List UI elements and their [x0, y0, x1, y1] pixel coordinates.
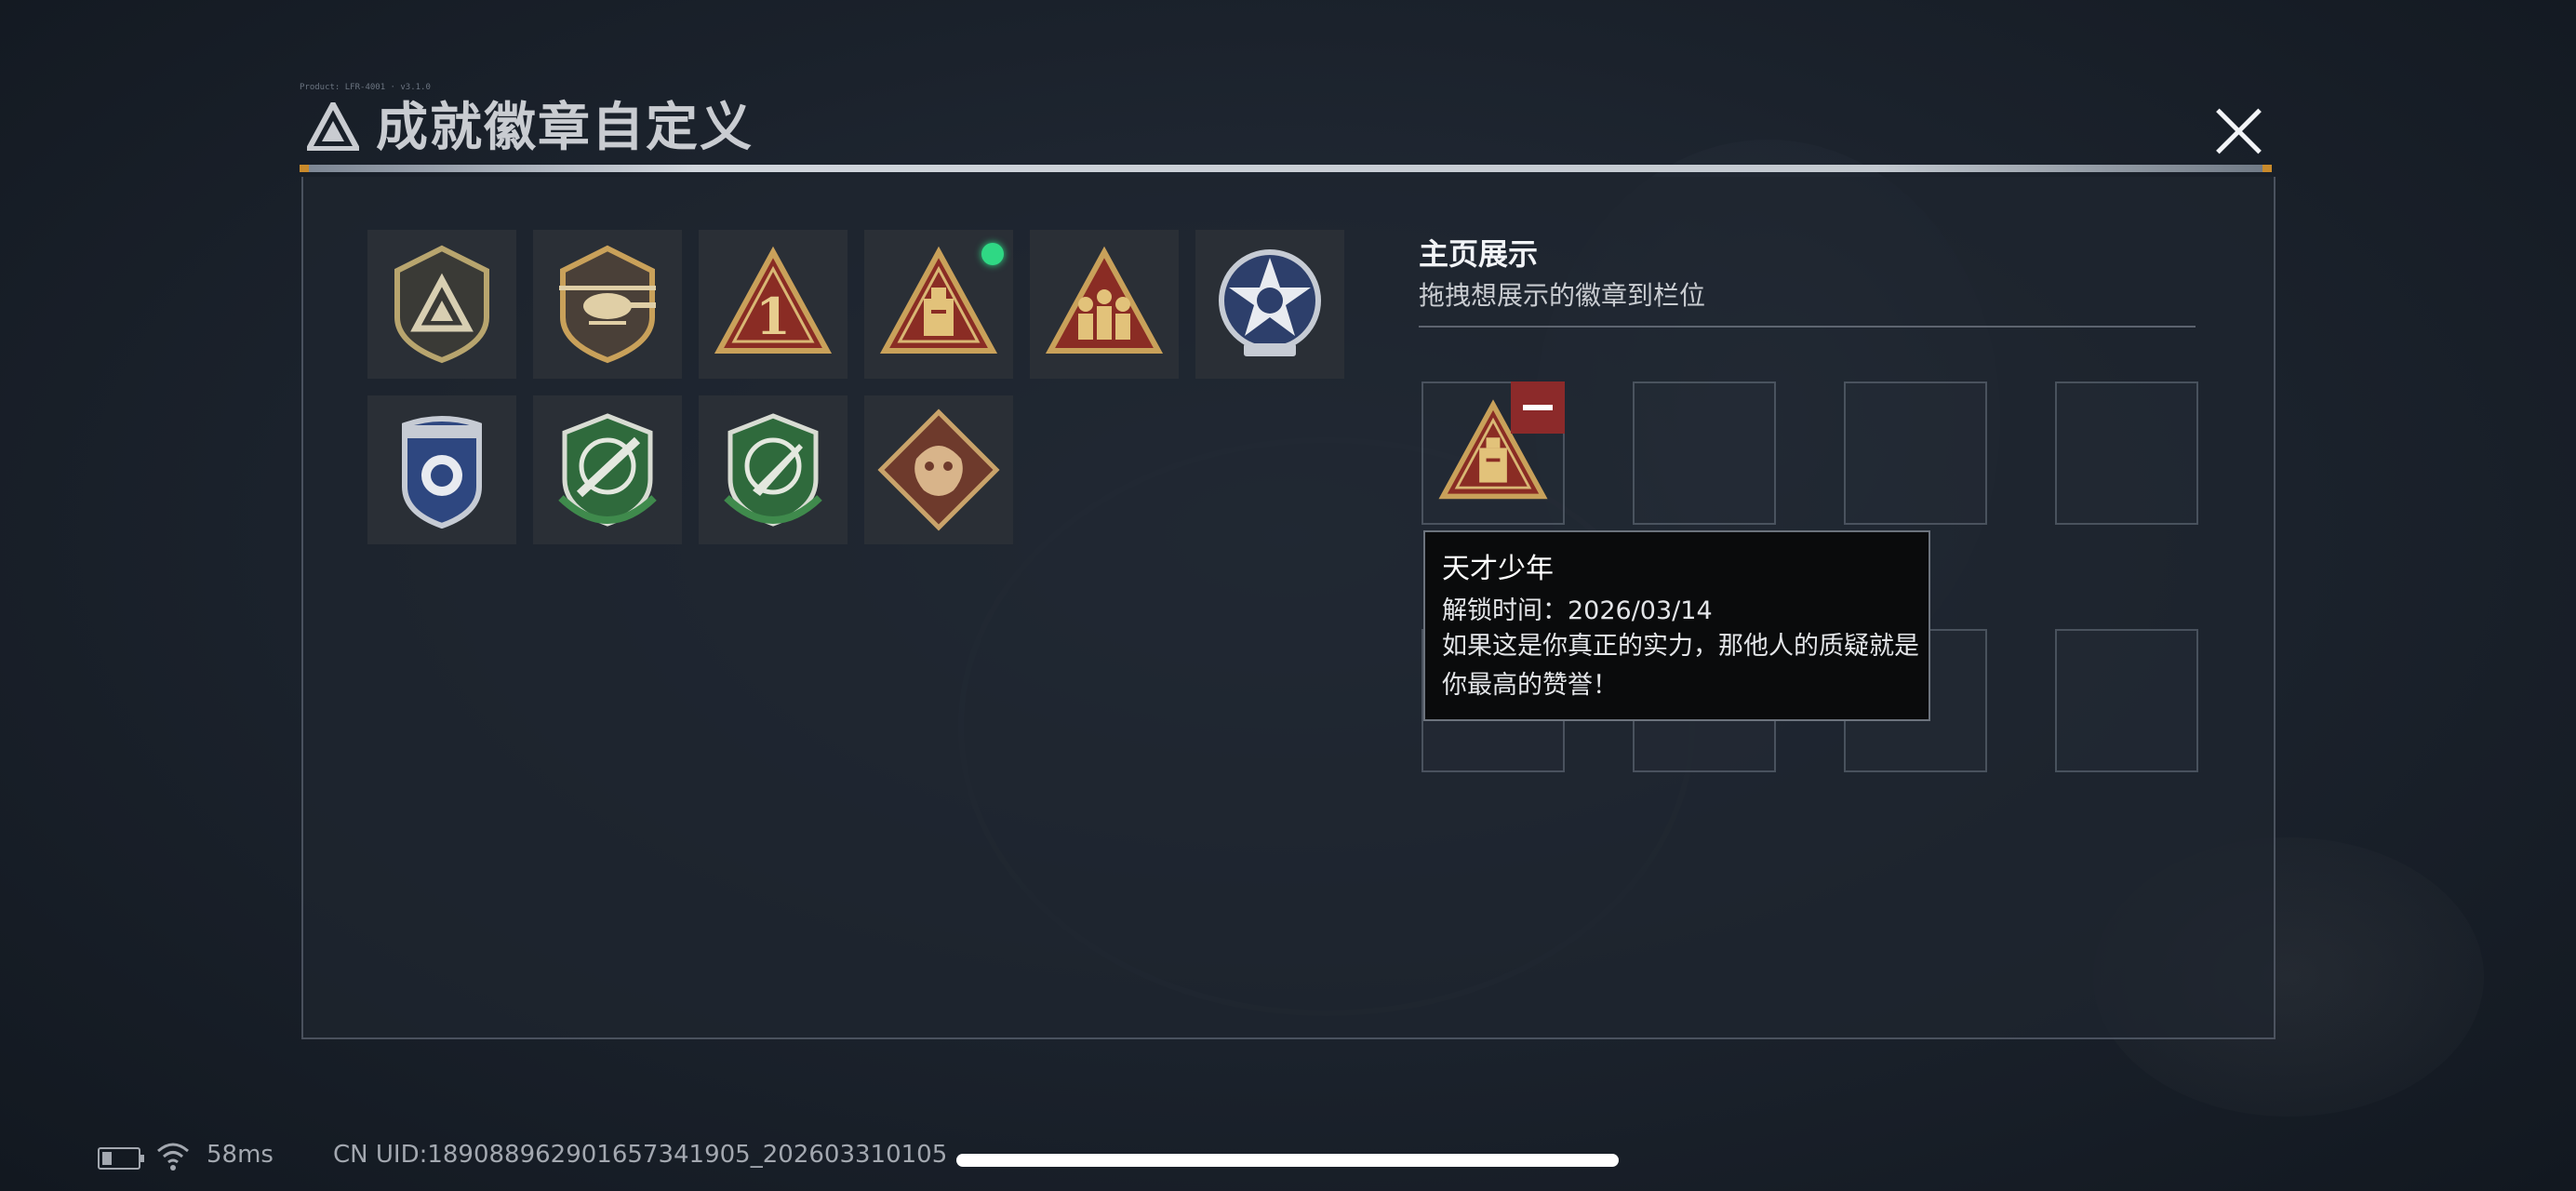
page-title: 成就徽章自定义 — [376, 98, 754, 158]
dragon-badge-icon — [877, 408, 1000, 531]
tooltip-unlock-time: 解锁时间：2026/03/14 — [1442, 590, 1713, 626]
remove-badge-button[interactable] — [1511, 381, 1565, 434]
display-slot-4[interactable] — [2055, 381, 2198, 525]
badge-slot-dragon[interactable] — [864, 395, 1013, 544]
rifle-crosshair-badge-icon — [558, 413, 657, 527]
display-slot-3[interactable] — [1844, 381, 1987, 525]
unlock-label: 解锁时间： — [1442, 596, 1568, 625]
badge-slot-genius-youth[interactable] — [864, 230, 1013, 379]
badge-slot-knife-crosshair[interactable] — [699, 395, 848, 544]
display-slot-2[interactable] — [1633, 381, 1776, 525]
home-indicator[interactable] — [956, 1154, 1619, 1167]
badge-slot-number-one[interactable]: 1 — [699, 230, 848, 379]
logo-icon — [307, 102, 359, 151]
helicopter-badge-icon — [559, 245, 656, 364]
minus-icon — [1523, 405, 1553, 410]
battery-icon — [98, 1147, 144, 1170]
badge-tooltip: 天才少年 解锁时间：2026/03/14 如果这是你真正的实力，那他人的质疑就是… — [1423, 530, 1930, 721]
header-tiny-text: Product: LFR-4001 · v3.1.0 — [300, 83, 431, 92]
badge-slot-helicopter[interactable] — [533, 230, 682, 379]
knife-crosshair-badge-icon — [724, 413, 822, 527]
badge-slot-star-emblem[interactable] — [1195, 230, 1344, 379]
close-button[interactable] — [2205, 98, 2270, 163]
badge-slot-logo-shield[interactable] — [367, 230, 516, 379]
police-shield-badge-icon — [402, 416, 482, 529]
display-section-title: 主页展示 — [1419, 236, 1539, 272]
dialog-header: Product: LFR-4001 · v3.1.0 成就徽章自定义 — [300, 83, 2272, 172]
star-emblem-badge-icon — [1219, 249, 1321, 356]
tooltip-description: 如果这是你真正的实力，那他人的质疑就是你最高的赞誉！ — [1442, 632, 1919, 700]
badge-slot-police-shield[interactable] — [367, 395, 516, 544]
tooltip-badge-name: 天才少年 — [1442, 553, 1554, 585]
number-one-badge-icon: 1 — [714, 246, 833, 354]
new-indicator-dot — [981, 243, 1004, 265]
squad-badge-icon — [1045, 246, 1164, 354]
badge-slot-squad[interactable] — [1030, 230, 1179, 379]
shield-logo-badge-icon — [394, 245, 489, 364]
svg-text:1: 1 — [755, 287, 791, 346]
uid-text: CN UID:18908896290165734​1905_2026033101… — [333, 1141, 948, 1169]
display-slot-8[interactable] — [2055, 629, 2198, 772]
header-divider — [300, 165, 2272, 172]
unlock-date: 2026/03/14 — [1568, 596, 1713, 625]
display-section-subtitle: 拖拽想展示的徽章到栏位 — [1419, 280, 1706, 311]
ping-value: 58ms — [207, 1141, 274, 1169]
wifi-icon — [157, 1143, 189, 1171]
badge-slot-rifle-crosshair[interactable] — [533, 395, 682, 544]
display-divider — [1419, 326, 2196, 328]
